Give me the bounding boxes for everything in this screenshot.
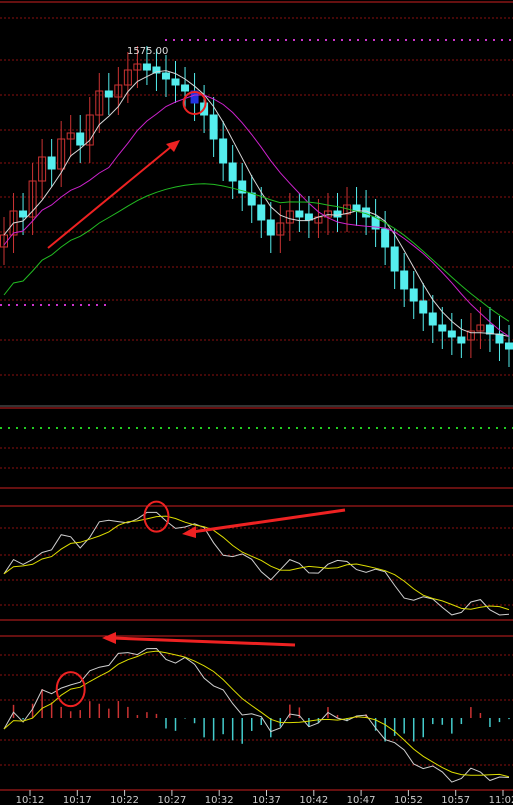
time-label: 10:17 <box>63 795 92 805</box>
candle-body <box>266 219 275 236</box>
candle-body <box>19 210 28 218</box>
time-label: 10:42 <box>299 795 328 805</box>
candle-body <box>181 84 190 92</box>
candle-body <box>295 210 304 218</box>
chart-background <box>0 0 513 805</box>
candle-body <box>438 324 447 332</box>
candle-body <box>104 90 113 98</box>
candle-body <box>333 210 342 218</box>
candle-body <box>228 162 237 182</box>
candle-body <box>304 213 313 221</box>
candle-body <box>47 156 56 170</box>
candle-body <box>485 324 494 335</box>
candle-body <box>352 204 361 212</box>
time-label: 10:32 <box>205 795 234 805</box>
time-label: 10:27 <box>157 795 186 805</box>
candle-body <box>390 246 399 272</box>
candle-body <box>505 342 513 350</box>
candle-body <box>362 207 371 218</box>
candle-body <box>400 270 409 290</box>
candle-body <box>409 288 418 302</box>
time-label: 10:37 <box>252 795 281 805</box>
time-label: 10:57 <box>441 795 470 805</box>
candle-body <box>457 336 466 344</box>
price-high-label: 1575.00 <box>127 46 168 57</box>
time-label: 10:47 <box>347 795 376 805</box>
candle-body <box>381 228 390 248</box>
candle-body <box>76 132 85 146</box>
candle-body <box>209 114 218 140</box>
candle-body <box>142 63 151 71</box>
candle-body <box>161 72 170 80</box>
candle-body <box>171 78 180 86</box>
candle-body <box>447 330 456 338</box>
time-label: 10:22 <box>110 795 139 805</box>
candle-body <box>419 300 428 314</box>
candle-body <box>247 192 256 206</box>
time-label: 10:52 <box>394 795 423 805</box>
time-label: 11:02 <box>489 795 513 805</box>
candle-body <box>257 204 266 221</box>
candle-body <box>219 138 228 164</box>
time-label: 10:12 <box>16 795 45 805</box>
candle-body <box>428 312 437 326</box>
candlestick-chart: 1575.00 10:12 10:17 10:22 10:27 10:32 10:37 10… <box>0 0 513 805</box>
